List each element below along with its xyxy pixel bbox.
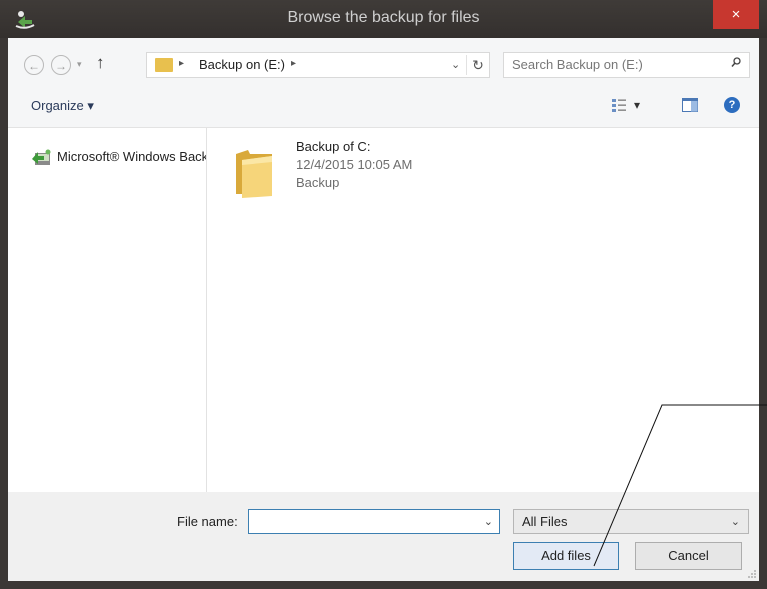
browse-dialog: Browse the backup for files × ← → ▾ ↑ ▸ … xyxy=(0,0,767,589)
file-name-input[interactable]: ⌄ xyxy=(248,509,500,534)
chevron-down-icon[interactable]: ⌄ xyxy=(731,515,740,528)
windows-backup-icon xyxy=(32,149,51,165)
preview-pane-icon[interactable] xyxy=(682,98,698,112)
folder-icon xyxy=(155,58,173,72)
file-name-dropdown-icon[interactable]: ⌄ xyxy=(484,515,493,528)
close-button[interactable]: × xyxy=(713,0,759,29)
dialog-body: ← → ▾ ↑ ▸ Backup on (E:) ▸ ⌄ ↻ Search Ba… xyxy=(8,38,759,581)
toolbar: Organize ▾ ▾ ? xyxy=(8,84,759,128)
file-type-value: All Files xyxy=(522,514,568,529)
add-files-button[interactable]: Add files xyxy=(513,542,619,570)
chevron-down-icon[interactable]: ▾ xyxy=(634,98,640,112)
file-type-filter[interactable]: All Files ⌄ xyxy=(513,509,749,534)
help-icon[interactable]: ? xyxy=(724,97,740,113)
item-name: Backup of C: xyxy=(296,139,371,154)
item-date: 12/4/2015 10:05 AM xyxy=(296,157,413,172)
change-view-button[interactable]: ▾ xyxy=(612,98,644,114)
file-list: Backup of C: 12/4/2015 10:05 AM Backup xyxy=(207,128,759,492)
up-button[interactable]: ↑ xyxy=(96,53,105,73)
item-type: Backup xyxy=(296,175,340,190)
back-button[interactable]: ← xyxy=(24,55,44,75)
breadcrumb-backup[interactable]: Backup on (E:) xyxy=(199,57,285,72)
search-placeholder: Search Backup on (E:) xyxy=(512,57,643,72)
organize-menu[interactable]: Organize ▾ xyxy=(31,98,94,114)
window-title: Browse the backup for files xyxy=(287,9,480,26)
file-name-label: File name: xyxy=(177,514,238,529)
navigation-bar: ← → ▾ ↑ ▸ Backup on (E:) ▸ ⌄ ↻ Search Ba… xyxy=(8,38,759,84)
address-dropdown-button[interactable]: ⌄ xyxy=(451,58,460,71)
chevron-right-icon[interactable]: ▸ xyxy=(179,58,184,69)
search-icon[interactable] xyxy=(731,57,741,67)
resize-grip-icon[interactable] xyxy=(747,569,757,579)
refresh-button[interactable]: ↻ xyxy=(466,55,489,75)
title-bar[interactable]: Browse the backup for files × xyxy=(0,0,767,38)
forward-button[interactable]: → xyxy=(51,55,71,75)
address-bar[interactable]: ▸ Backup on (E:) ▸ ⌄ ↻ xyxy=(146,52,490,78)
search-box[interactable]: Search Backup on (E:) xyxy=(503,52,750,78)
folder-icon xyxy=(236,150,272,198)
cancel-button[interactable]: Cancel xyxy=(635,542,742,570)
navigation-pane: Microsoft® Windows Backup xyxy=(8,128,207,492)
navpane-item-label: Microsoft® Windows Backup xyxy=(57,149,207,164)
recent-locations-dropdown[interactable]: ▾ xyxy=(77,59,82,70)
details-view-icon xyxy=(612,99,626,112)
chevron-right-icon[interactable]: ▸ xyxy=(291,58,296,69)
list-item[interactable]: Backup of C: 12/4/2015 10:05 AM Backup xyxy=(234,139,454,200)
bottom-panel: File name: ⌄ All Files ⌄ Add files Cance… xyxy=(8,492,759,581)
